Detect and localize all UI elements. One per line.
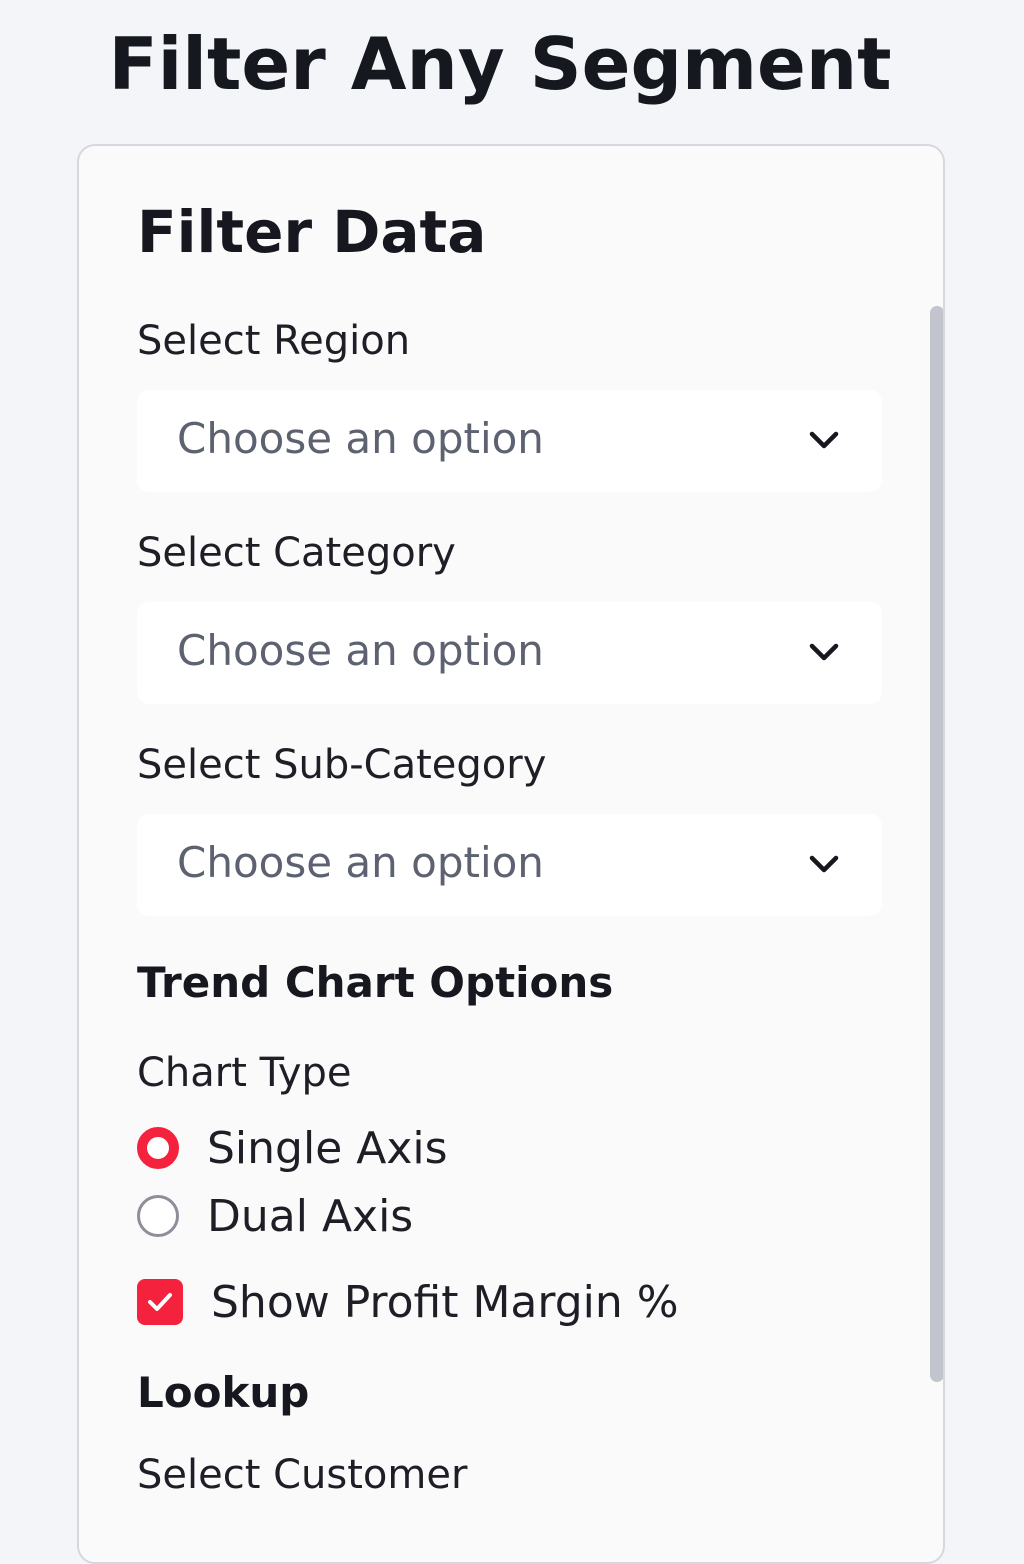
region-select-placeholder: Choose an option bbox=[177, 414, 544, 463]
radio-unselected-icon[interactable] bbox=[137, 1195, 179, 1237]
panel-scrollbar[interactable] bbox=[930, 306, 943, 1382]
subcategory-label: Select Sub-Category bbox=[137, 742, 547, 788]
region-select[interactable]: Choose an option bbox=[137, 390, 882, 492]
category-select-placeholder: Choose an option bbox=[177, 626, 544, 675]
chevron-down-icon bbox=[809, 855, 839, 873]
trend-chart-options-heading: Trend Chart Options bbox=[137, 958, 614, 1007]
radio-dual-axis-label: Dual Axis bbox=[207, 1190, 414, 1242]
region-label: Select Region bbox=[137, 318, 411, 364]
filter-data-heading: Filter Data bbox=[137, 198, 487, 266]
show-profit-margin-checkbox[interactable]: Show Profit Margin % bbox=[137, 1274, 679, 1330]
subcategory-select[interactable]: Choose an option bbox=[137, 814, 882, 916]
show-profit-margin-label: Show Profit Margin % bbox=[211, 1276, 679, 1328]
check-icon bbox=[148, 1293, 172, 1311]
radio-selected-icon[interactable] bbox=[137, 1127, 179, 1169]
radio-dual-axis[interactable]: Dual Axis bbox=[137, 1188, 413, 1244]
category-label: Select Category bbox=[137, 530, 456, 576]
radio-single-axis[interactable]: Single Axis bbox=[137, 1120, 448, 1176]
radio-single-axis-label: Single Axis bbox=[207, 1122, 448, 1174]
lookup-heading: Lookup bbox=[137, 1368, 310, 1417]
subcategory-select-placeholder: Choose an option bbox=[177, 838, 544, 887]
customer-label: Select Customer bbox=[137, 1452, 468, 1498]
chevron-down-icon bbox=[809, 643, 839, 661]
filter-panel: Filter Data Select Region Choose an opti… bbox=[77, 144, 945, 1564]
page-title: Filter Any Segment bbox=[108, 22, 892, 106]
category-select[interactable]: Choose an option bbox=[137, 602, 882, 704]
chart-type-label: Chart Type bbox=[137, 1050, 352, 1096]
chevron-down-icon bbox=[809, 431, 839, 449]
checkbox-checked[interactable] bbox=[137, 1279, 183, 1325]
